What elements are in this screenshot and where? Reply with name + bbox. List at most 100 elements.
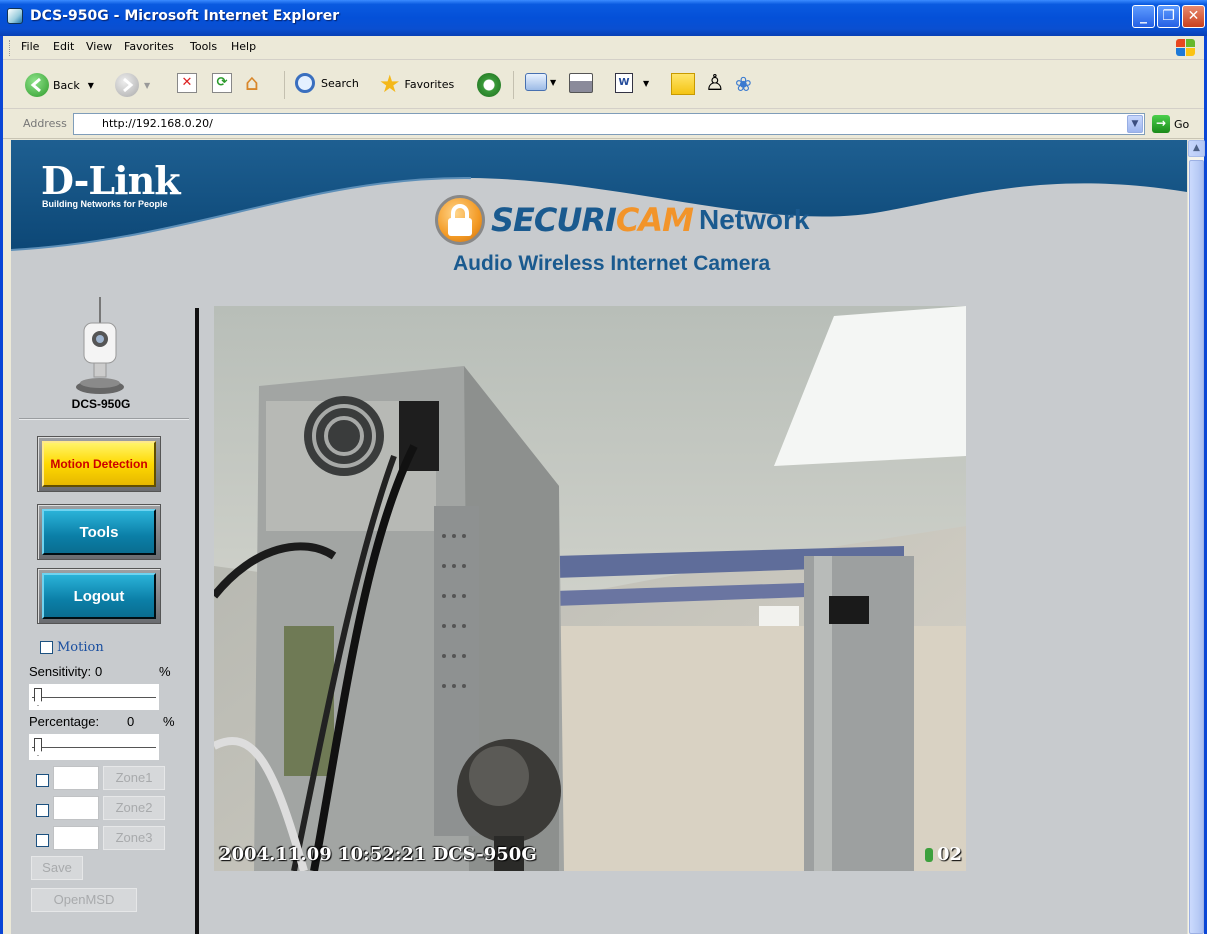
menu-favorites[interactable]: Favorites bbox=[124, 40, 174, 53]
window-title: DCS-950G - Microsoft Internet Explorer bbox=[30, 8, 340, 24]
windows-logo-icon bbox=[1174, 38, 1196, 58]
network-wordmark: Network bbox=[699, 204, 810, 235]
percentage-label: Percentage: bbox=[29, 714, 100, 729]
favorites-label: Favorites bbox=[404, 77, 455, 91]
mail-icon bbox=[525, 73, 547, 91]
live-video-feed: 2004.11.09 10:52:21 DCS-950G 02 bbox=[214, 306, 966, 871]
zone3-checkbox[interactable] bbox=[36, 834, 49, 847]
menu-help[interactable]: Help bbox=[231, 40, 256, 53]
stop-icon: ✕ bbox=[177, 73, 197, 93]
camera-number-overlay: 02 bbox=[924, 844, 962, 865]
percentage-unit: % bbox=[163, 714, 175, 729]
forward-button[interactable]: ▼ bbox=[115, 73, 150, 97]
minimize-button[interactable]: _ bbox=[1132, 5, 1155, 28]
home-button[interactable]: ⌂ bbox=[245, 73, 259, 95]
openmsd-button[interactable]: OpenMSD bbox=[31, 888, 137, 912]
mail-button[interactable]: ▼ bbox=[525, 73, 556, 91]
zone2-input[interactable] bbox=[53, 796, 99, 820]
favorites-button[interactable]: ★ Favorites bbox=[379, 70, 455, 98]
motion-detection-button[interactable]: Motion Detection bbox=[37, 436, 161, 492]
vertical-scrollbar[interactable]: ▲ bbox=[1187, 140, 1205, 934]
motion-checkbox-label: Motion bbox=[57, 640, 104, 655]
sensitivity-value: 0 bbox=[95, 664, 103, 679]
sidebar-divider bbox=[19, 418, 189, 420]
scrollbar-thumb[interactable] bbox=[1189, 160, 1204, 934]
note-icon bbox=[671, 73, 695, 95]
zone1-button[interactable]: Zone1 bbox=[103, 766, 165, 790]
history-icon bbox=[477, 73, 501, 97]
percentage-slider[interactable] bbox=[29, 734, 159, 760]
printer-icon bbox=[569, 73, 593, 93]
back-arrow-icon bbox=[25, 73, 49, 97]
standard-toolbar: Back ▼ ▼ ✕ ⟳ ⌂ Search ★ Favorites ▼ W ▼ … bbox=[3, 61, 1204, 109]
camera-number: 02 bbox=[936, 844, 962, 865]
address-bar: Address http://192.168.0.20/ ▼ → Go bbox=[3, 110, 1204, 139]
history-button[interactable] bbox=[477, 73, 501, 97]
padlock-icon bbox=[435, 195, 485, 245]
refresh-icon: ⟳ bbox=[212, 73, 232, 93]
menu-bar: File Edit View Favorites Tools Help bbox=[3, 36, 1204, 60]
search-button[interactable]: Search bbox=[295, 73, 359, 93]
close-button[interactable]: ✕ bbox=[1182, 5, 1205, 28]
messenger-button[interactable]: ❀ bbox=[735, 73, 752, 95]
menu-edit[interactable]: Edit bbox=[53, 40, 74, 53]
logout-label: Logout bbox=[42, 573, 156, 619]
page-content: D-Link Building Networks for People SECU… bbox=[11, 140, 1187, 934]
zone3-button[interactable]: Zone3 bbox=[103, 826, 165, 850]
menu-grip bbox=[9, 40, 12, 56]
go-arrow-icon: → bbox=[1152, 115, 1170, 133]
search-icon bbox=[295, 73, 315, 93]
securicam-logo: SECURICAM Network bbox=[435, 195, 809, 245]
zone3-input[interactable] bbox=[53, 826, 99, 850]
print-button[interactable] bbox=[569, 73, 593, 93]
sensitivity-unit: % bbox=[159, 664, 171, 679]
tools-label: Tools bbox=[42, 509, 156, 555]
forward-arrow-icon bbox=[115, 73, 139, 97]
address-dropdown-icon[interactable]: ▼ bbox=[1127, 115, 1143, 133]
menu-tools[interactable]: Tools bbox=[190, 40, 217, 53]
dlink-tagline: Building Networks for People bbox=[42, 199, 168, 209]
page-subtitle: Audio Wireless Internet Camera bbox=[453, 252, 771, 275]
menu-file[interactable]: File bbox=[21, 40, 39, 53]
maximize-button[interactable]: ❐ bbox=[1157, 5, 1180, 28]
refresh-button[interactable]: ⟳ bbox=[212, 73, 232, 93]
word-icon: W bbox=[615, 73, 633, 93]
back-button[interactable]: Back ▼ bbox=[25, 73, 94, 97]
address-input[interactable]: http://192.168.0.20/ bbox=[73, 113, 1145, 135]
discuss-button[interactable] bbox=[671, 73, 695, 95]
slider-thumb[interactable] bbox=[34, 738, 42, 756]
motion-detection-label: Motion Detection bbox=[42, 441, 156, 487]
camera-model-label: DCS-950G bbox=[71, 397, 131, 411]
scroll-up-icon[interactable]: ▲ bbox=[1188, 140, 1205, 157]
zone2-button[interactable]: Zone2 bbox=[103, 796, 165, 820]
slider-thumb[interactable] bbox=[34, 688, 42, 706]
go-label: Go bbox=[1174, 117, 1190, 131]
stop-button[interactable]: ✕ bbox=[177, 73, 197, 93]
logout-button[interactable]: Logout bbox=[37, 568, 161, 624]
address-label: Address bbox=[23, 117, 67, 130]
zone1-checkbox[interactable] bbox=[36, 774, 49, 787]
ie-icon bbox=[7, 8, 23, 24]
search-label: Search bbox=[321, 76, 359, 90]
sensitivity-label: Sensitivity: bbox=[29, 664, 92, 679]
menu-view[interactable]: View bbox=[86, 40, 112, 53]
motion-checkbox[interactable] bbox=[40, 641, 53, 654]
tools-button[interactable]: Tools bbox=[37, 504, 161, 560]
research-button[interactable]: ♙ bbox=[705, 73, 725, 95]
favorites-star-icon: ★ bbox=[379, 70, 401, 98]
zone1-input[interactable] bbox=[53, 766, 99, 790]
messenger-icon: ❀ bbox=[735, 72, 752, 96]
save-button[interactable]: Save bbox=[31, 856, 83, 880]
person-icon: ♙ bbox=[705, 71, 725, 96]
zone2-checkbox[interactable] bbox=[36, 804, 49, 817]
edit-button[interactable]: W ▼ bbox=[615, 73, 649, 93]
percentage-value: 0 bbox=[127, 714, 135, 729]
back-label: Back bbox=[53, 78, 80, 92]
vertical-divider bbox=[195, 308, 199, 934]
go-button[interactable]: → Go bbox=[1152, 115, 1189, 133]
title-bar: DCS-950G - Microsoft Internet Explorer _… bbox=[0, 0, 1207, 36]
sensitivity-slider[interactable] bbox=[29, 684, 159, 710]
home-icon: ⌂ bbox=[245, 71, 259, 96]
camera-product-icon bbox=[66, 295, 134, 395]
video-timestamp-overlay: 2004.11.09 10:52:21 DCS-950G bbox=[219, 844, 537, 865]
